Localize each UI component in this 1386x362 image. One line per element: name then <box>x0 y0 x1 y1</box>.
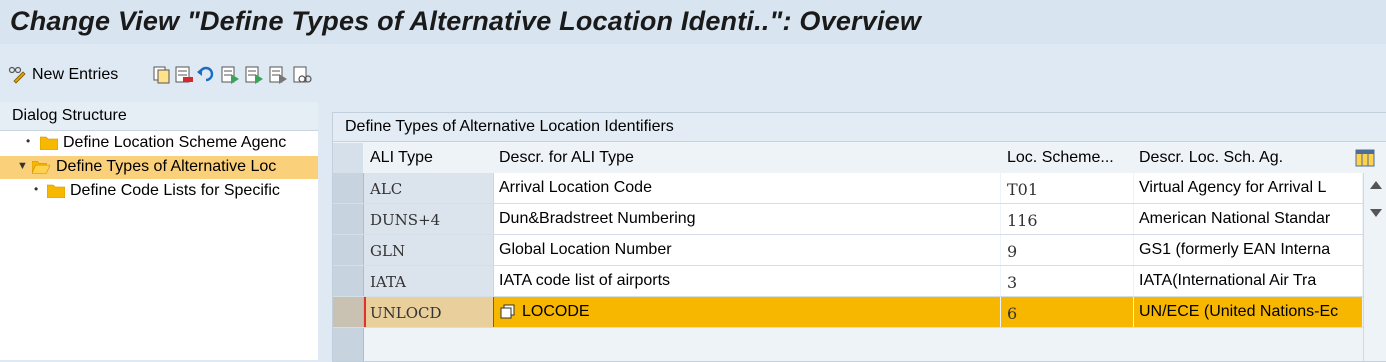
tree-item-label: Define Types of Alternative Loc <box>56 158 277 175</box>
cell-agency: Virtual Agency for Arrival L <box>1139 179 1327 196</box>
cell-loc-scheme: 9 <box>1007 242 1018 261</box>
print-preview-icon[interactable] <box>292 64 312 86</box>
cell-loc-scheme: T01 <box>1007 180 1039 199</box>
tree-item-location-scheme[interactable]: • Define Location Scheme Agenc <box>0 132 318 155</box>
table-title: Define Types of Alternative Location Ide… <box>345 118 674 135</box>
cell-ali-type: GLN <box>370 242 406 260</box>
table-row[interactable]: DUNS+4 Dun&Bradstreet Numbering 116 Amer… <box>333 204 1363 235</box>
expand-arrow-icon[interactable]: ▼ <box>17 160 28 172</box>
cell-ali-type: IATA <box>370 273 406 291</box>
tree-item-code-lists[interactable]: • Define Code Lists for Specific <box>0 180 318 203</box>
cell-descr: Dun&Bradstreet Numbering <box>499 210 696 227</box>
row-selector[interactable] <box>333 297 364 327</box>
bullet-icon: • <box>34 182 39 196</box>
cell-descr: IATA code list of airports <box>499 272 671 289</box>
value-help-icon[interactable] <box>500 304 516 320</box>
tree-item-alt-location-types[interactable]: ▼ Define Types of Alternative Loc <box>0 156 318 179</box>
row-selector[interactable] <box>333 328 364 361</box>
dialog-structure-header: Dialog Structure <box>0 102 318 131</box>
column-header-agency[interactable]: Descr. Loc. Sch. Ag. <box>1133 143 1353 173</box>
cell-loc-scheme: 116 <box>1007 211 1038 230</box>
column-header-ali-type[interactable]: ALI Type <box>364 143 493 173</box>
select-all-icon[interactable] <box>220 64 240 86</box>
table-row[interactable]: ALC Arrival Location Code T01 Virtual Ag… <box>333 173 1363 204</box>
select-all-rows-cell[interactable] <box>333 143 363 173</box>
bullet-icon: • <box>26 134 31 148</box>
cell-loc-scheme: 3 <box>1007 273 1018 292</box>
row-selector[interactable] <box>333 266 364 296</box>
cell-descr: Arrival Location Code <box>499 179 652 196</box>
cell-agency: UN/ECE (United Nations-Ec <box>1139 303 1339 320</box>
scroll-up-icon[interactable] <box>1370 181 1382 189</box>
undo-icon[interactable] <box>196 64 216 86</box>
table-title-bar: Define Types of Alternative Location Ide… <box>333 113 1386 142</box>
cell-agency: IATA(International Air Tra <box>1139 272 1317 289</box>
cell-agency: American National Standar <box>1139 210 1331 227</box>
vertical-scrollbar[interactable] <box>1363 173 1386 361</box>
table-row[interactable]: IATA IATA code list of airports 3 IATA(I… <box>333 266 1363 297</box>
cell-ali-type: DUNS+4 <box>370 211 441 229</box>
folder-icon <box>40 136 58 150</box>
deselect-all-icon[interactable] <box>268 64 288 86</box>
cell-ali-type: ALC <box>370 180 403 198</box>
table-row[interactable]: GLN Global Location Number 9 GS1 (former… <box>333 235 1363 266</box>
new-entries-label: New Entries <box>32 66 119 83</box>
column-header-loc-scheme[interactable]: Loc. Scheme... <box>1001 143 1133 173</box>
tree-item-label: Define Code Lists for Specific <box>70 182 280 199</box>
copy-icon[interactable] <box>152 64 172 86</box>
dialog-structure-title: Dialog Structure <box>12 107 127 124</box>
edit-glasses-icon <box>8 66 26 84</box>
table-row-empty[interactable] <box>333 328 1363 361</box>
open-folder-icon <box>32 161 50 174</box>
table-panel: Define Types of Alternative Location Ide… <box>332 112 1386 362</box>
column-header-descr[interactable]: Descr. for ALI Type <box>493 143 1001 173</box>
row-selector[interactable] <box>333 204 364 234</box>
new-entries-button[interactable]: New Entries <box>8 64 118 86</box>
cell-loc-scheme: 6 <box>1007 304 1018 323</box>
folder-icon <box>47 184 65 198</box>
page-title: Change View "Define Types of Alternative… <box>10 6 922 36</box>
select-block-icon[interactable] <box>244 64 264 86</box>
column-settings-icon[interactable] <box>1355 149 1375 167</box>
cell-ali-type[interactable]: UNLOCD <box>370 304 442 322</box>
splitter[interactable] <box>318 102 332 360</box>
row-selector[interactable] <box>333 173 364 203</box>
delete-icon[interactable] <box>174 64 194 86</box>
row-selector[interactable] <box>333 235 364 265</box>
cell-descr: Global Location Number <box>499 241 672 258</box>
tree-item-label: Define Location Scheme Agenc <box>63 134 287 151</box>
toolbar: New Entries <box>0 44 1386 102</box>
cell-agency: GS1 (formerly EAN Interna <box>1139 241 1331 258</box>
title-bar: Change View "Define Types of Alternative… <box>0 0 1386 44</box>
cell-descr: LOCODE <box>522 303 590 320</box>
scroll-down-icon[interactable] <box>1370 209 1382 217</box>
dialog-structure-panel: Dialog Structure • Define Location Schem… <box>0 102 319 360</box>
table-row-selected[interactable]: UNLOCD LOCODE 6 UN/ECE (United Nations-E… <box>333 297 1363 328</box>
